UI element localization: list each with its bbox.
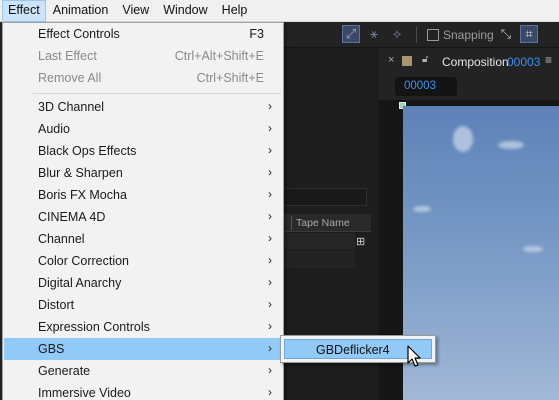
menu-item-last-effect: Last Effect Ctrl+Alt+Shift+E — [4, 45, 282, 67]
menu-item-shortcut: Ctrl+Alt+Shift+E — [174, 49, 264, 63]
menu-item-remove-all: Remove All Ctrl+Shift+E — [4, 67, 282, 89]
snapping-checkbox[interactable] — [427, 29, 439, 41]
snap-feather-icon[interactable]: ⤡ — [497, 25, 515, 43]
menu-item-immersive-video[interactable]: Immersive Video › — [4, 382, 282, 400]
menu-item-label: 3D Channel — [38, 100, 105, 114]
menu-item-distort[interactable]: Distort › — [4, 294, 282, 316]
menu-item-label: Boris FX Mocha — [38, 188, 127, 202]
menu-item-label: GBS — [38, 342, 65, 356]
menu-item-color-correction[interactable]: Color Correction › — [4, 250, 282, 272]
menu-item-label: Blur & Sharpen — [38, 166, 123, 180]
submenu-arrow-icon: › — [268, 319, 272, 333]
submenu-arrow-icon: › — [268, 341, 272, 355]
menu-item-label: Audio — [38, 122, 70, 136]
cloud — [523, 246, 543, 252]
menu-item-label: Expression Controls — [38, 320, 150, 334]
submenu-arrow-icon: › — [268, 209, 272, 223]
project-row[interactable] — [283, 233, 355, 249]
menu-item-gbs[interactable]: GBS › — [4, 338, 282, 360]
lock-icon[interactable]: 🔓︎ — [422, 54, 428, 65]
panel-menu-icon[interactable]: ≡ — [545, 53, 552, 67]
menu-item-label: Generate — [38, 364, 91, 378]
toolbar-divider — [416, 27, 417, 43]
menu-item-label: Last Effect — [38, 49, 97, 63]
menu-window[interactable]: Window — [156, 0, 214, 22]
menu-item-blur-sharpen[interactable]: Blur & Sharpen › — [4, 162, 282, 184]
mouse-pointer-icon — [407, 345, 421, 367]
menu-item-label: Effect Controls — [38, 27, 120, 41]
menu-item-shortcut: Ctrl+Shift+E — [196, 71, 264, 85]
menu-view[interactable]: View — [115, 0, 156, 22]
close-tab-icon[interactable]: × — [388, 54, 394, 66]
submenu-arrow-icon: › — [268, 165, 272, 179]
menu-item-label: Digital Anarchy — [38, 276, 122, 290]
cloud — [413, 206, 431, 212]
local-axis-icon[interactable]: ⤢ — [342, 25, 360, 43]
tools-toolbar — [283, 22, 559, 48]
menu-item-expression-controls[interactable]: Expression Controls › — [4, 316, 282, 338]
menu-item-generate[interactable]: Generate › — [4, 360, 282, 382]
menu-item-boris-fx-mocha[interactable]: Boris FX Mocha › — [4, 184, 282, 206]
menu-separator — [33, 93, 281, 94]
composition-name-pill[interactable]: 00003 — [395, 77, 457, 96]
view-axis-icon[interactable]: ⟡ — [388, 25, 406, 43]
menu-item-label: CINEMA 4D — [38, 210, 106, 224]
cloud — [498, 141, 524, 149]
menu-bar: Effect Animation View Window Help — [0, 0, 559, 22]
submenu-arrow-icon: › — [268, 121, 272, 135]
tape-name-column[interactable]: Tape Name — [296, 217, 350, 229]
effect-menu: Effect Controls F3 Last Effect Ctrl+Alt+… — [2, 22, 284, 400]
submenu-arrow-icon: › — [268, 253, 272, 267]
menu-help[interactable]: Help — [215, 0, 255, 22]
snap-frame-icon[interactable]: ⌗ — [520, 25, 538, 43]
column-divider[interactable] — [291, 216, 292, 230]
menu-item-label: Channel — [38, 232, 85, 246]
project-search-field[interactable] — [283, 188, 367, 206]
menu-item-3d-channel[interactable]: 3D Channel › — [4, 96, 282, 118]
submenu-arrow-icon: › — [268, 99, 272, 113]
menu-item-label: Immersive Video — [38, 386, 131, 400]
project-row[interactable] — [283, 250, 355, 268]
submenu-arrow-icon: › — [268, 297, 272, 311]
menu-animation[interactable]: Animation — [46, 0, 116, 22]
composition-tab-name[interactable]: 00003 — [507, 55, 540, 69]
menu-item-channel[interactable]: Channel › — [4, 228, 282, 250]
submenu-arrow-icon: › — [268, 385, 272, 399]
menu-item-label: Color Correction — [38, 254, 130, 268]
flowchart-icon[interactable]: ⊞ — [356, 236, 370, 248]
submenu-arrow-icon: › — [268, 187, 272, 201]
composition-tab-label[interactable]: Composition — [442, 55, 509, 69]
menu-item-shortcut: F3 — [249, 27, 264, 41]
submenu-arrow-icon: › — [268, 143, 272, 157]
menu-item-cinema-4d[interactable]: CINEMA 4D › — [4, 206, 282, 228]
snapping-label: Snapping — [443, 28, 494, 42]
menu-effect[interactable]: Effect — [2, 0, 46, 22]
menu-item-label: Black Ops Effects — [38, 144, 137, 158]
composition-color-swatch — [402, 56, 412, 66]
submenu-arrow-icon: › — [268, 275, 272, 289]
menu-item-label: Remove All — [38, 71, 102, 85]
menu-item-effect-controls[interactable]: Effect Controls F3 — [4, 23, 282, 45]
menu-item-digital-anarchy[interactable]: Digital Anarchy › — [4, 272, 282, 294]
menu-item-audio[interactable]: Audio › — [4, 118, 282, 140]
submenu-arrow-icon: › — [268, 363, 272, 377]
world-axis-icon[interactable]: ⚹ — [365, 25, 383, 43]
cloud — [453, 126, 473, 152]
menu-item-label: Distort — [38, 298, 75, 312]
submenu-item-label: GBDeflicker4 — [316, 343, 390, 357]
submenu-arrow-icon: › — [268, 231, 272, 245]
menu-item-black-ops-effects[interactable]: Black Ops Effects › — [4, 140, 282, 162]
